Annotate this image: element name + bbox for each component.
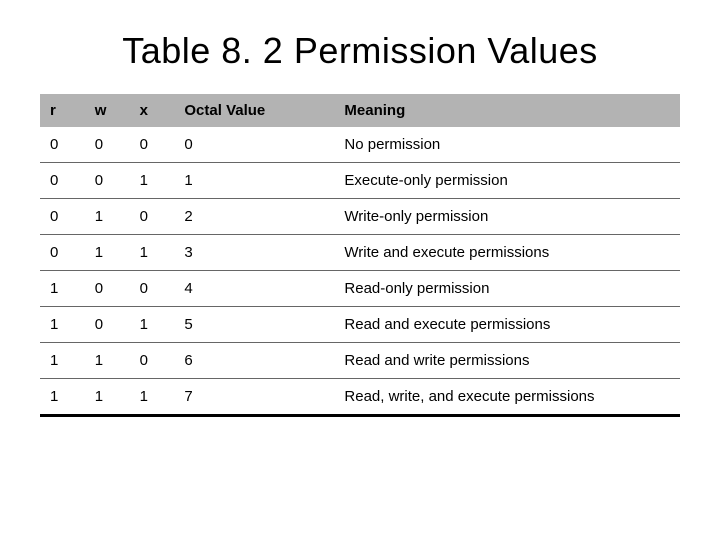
cell-w: 1 [85,235,130,271]
cell-meaning: Write-only permission [334,199,680,235]
col-header-octal: Octal Value [174,94,334,127]
table-row: 0 0 1 1 Execute-only permission [40,163,680,199]
cell-meaning: Read and execute permissions [334,307,680,343]
cell-meaning: Execute-only permission [334,163,680,199]
cell-r: 1 [40,307,85,343]
cell-r: 0 [40,235,85,271]
cell-octal: 5 [174,307,334,343]
cell-octal: 4 [174,271,334,307]
cell-x: 1 [130,235,175,271]
col-header-meaning: Meaning [334,94,680,127]
cell-w: 0 [85,307,130,343]
cell-octal: 3 [174,235,334,271]
cell-octal: 6 [174,343,334,379]
cell-x: 0 [130,271,175,307]
cell-r: 1 [40,271,85,307]
table-row: 1 0 1 5 Read and execute permissions [40,307,680,343]
cell-r: 0 [40,163,85,199]
permissions-table: r w x Octal Value Meaning 0 0 0 0 No per… [40,94,680,417]
table-row: 1 1 1 7 Read, write, and execute permiss… [40,379,680,416]
cell-w: 0 [85,127,130,163]
cell-w: 1 [85,379,130,416]
cell-w: 0 [85,163,130,199]
cell-octal: 1 [174,163,334,199]
table-header: r w x Octal Value Meaning [40,94,680,127]
cell-x: 1 [130,307,175,343]
table-row: 0 1 1 3 Write and execute permissions [40,235,680,271]
cell-x: 1 [130,163,175,199]
cell-meaning: No permission [334,127,680,163]
cell-r: 1 [40,343,85,379]
cell-x: 0 [130,199,175,235]
cell-octal: 2 [174,199,334,235]
col-header-w: w [85,94,130,127]
cell-octal: 0 [174,127,334,163]
cell-w: 1 [85,199,130,235]
cell-meaning: Read and write permissions [334,343,680,379]
table-row: 0 1 0 2 Write-only permission [40,199,680,235]
cell-r: 0 [40,127,85,163]
cell-meaning: Read-only permission [334,271,680,307]
cell-meaning: Read, write, and execute permissions [334,379,680,416]
cell-x: 0 [130,343,175,379]
cell-x: 0 [130,127,175,163]
cell-r: 0 [40,199,85,235]
page: Table 8. 2 Permission Values r w x Octal… [0,0,720,417]
col-header-r: r [40,94,85,127]
cell-meaning: Write and execute permissions [334,235,680,271]
table-row: 1 0 0 4 Read-only permission [40,271,680,307]
cell-octal: 7 [174,379,334,416]
col-header-x: x [130,94,175,127]
page-title: Table 8. 2 Permission Values [40,30,680,72]
cell-w: 0 [85,271,130,307]
cell-w: 1 [85,343,130,379]
table-row: 0 0 0 0 No permission [40,127,680,163]
cell-r: 1 [40,379,85,416]
table-row: 1 1 0 6 Read and write permissions [40,343,680,379]
cell-x: 1 [130,379,175,416]
